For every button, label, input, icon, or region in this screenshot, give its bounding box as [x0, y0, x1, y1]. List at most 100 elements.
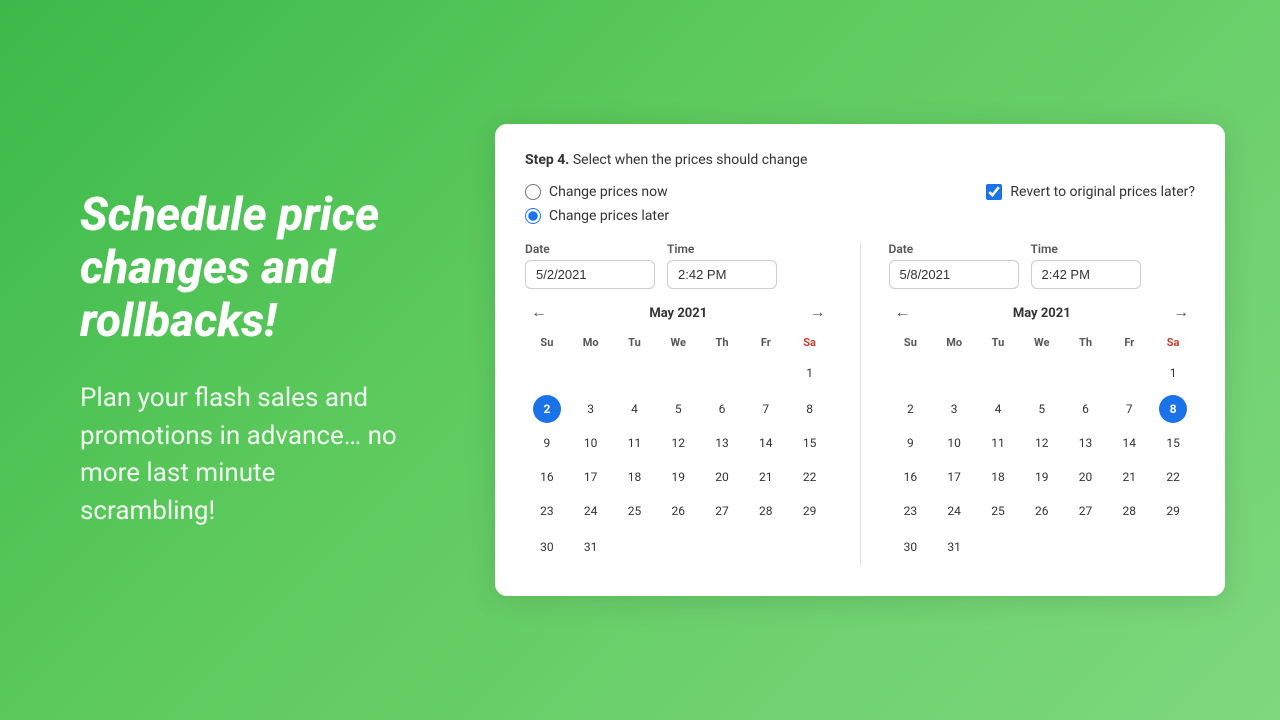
cal1-header-sa: Sa: [788, 333, 832, 354]
cal2-header-sa: Sa: [1151, 333, 1195, 354]
revert-checkbox[interactable]: [986, 184, 1002, 200]
cal2-date-input[interactable]: [889, 260, 1019, 289]
day-cell[interactable]: 20: [1072, 463, 1100, 491]
cal2-prev-button[interactable]: ←: [889, 303, 917, 323]
cal1-time-input[interactable]: [667, 260, 777, 289]
empty-day: [708, 357, 736, 385]
cal1-time-field: Time: [667, 242, 777, 289]
cal1-date-time-row: Date Time: [525, 242, 832, 289]
day-cell[interactable]: 15: [796, 429, 824, 457]
cal2-next-button[interactable]: →: [1167, 303, 1195, 323]
day-cell[interactable]: 4: [984, 395, 1012, 423]
day-cell[interactable]: 22: [796, 463, 824, 491]
day-cell[interactable]: 1: [1159, 359, 1187, 387]
day-cell[interactable]: 26: [1028, 497, 1056, 525]
day-cell[interactable]: 24: [940, 497, 968, 525]
day-cell[interactable]: 6: [708, 395, 736, 423]
day-cell[interactable]: 30: [533, 533, 561, 561]
cal1-header-su: Su: [525, 333, 569, 354]
day-cell[interactable]: 3: [940, 395, 968, 423]
day-cell[interactable]: 12: [1028, 429, 1056, 457]
day-cell[interactable]: 21: [752, 463, 780, 491]
cal2-header-we: We: [1020, 333, 1064, 354]
day-cell[interactable]: 27: [1072, 497, 1100, 525]
day-cell[interactable]: 6: [1072, 395, 1100, 423]
day-cell[interactable]: 18: [620, 463, 648, 491]
day-cell[interactable]: 26: [664, 497, 692, 525]
day-cell[interactable]: 24: [577, 497, 605, 525]
cal2-time-label: Time: [1031, 242, 1141, 256]
day-cell[interactable]: 22: [1159, 463, 1187, 491]
empty-day: [664, 357, 692, 385]
cal1-header-th: Th: [700, 333, 744, 354]
day-cell[interactable]: 1: [796, 359, 824, 387]
day-cell[interactable]: 16: [533, 463, 561, 491]
day-cell[interactable]: 16: [896, 463, 924, 491]
cal2-date-time-row: Date Time: [889, 242, 1196, 289]
cal2-header-tu: Tu: [976, 333, 1020, 354]
option-later-label[interactable]: Change prices later: [525, 208, 669, 224]
day-cell[interactable]: 27: [708, 497, 736, 525]
day-cell[interactable]: 4: [620, 395, 648, 423]
option-now-label[interactable]: Change prices now: [525, 184, 669, 200]
day-cell[interactable]: 30: [896, 533, 924, 561]
day-cell[interactable]: 8: [1159, 395, 1187, 423]
day-cell[interactable]: 7: [1115, 395, 1143, 423]
option-now-radio[interactable]: [525, 184, 541, 200]
cal1-header-fr: Fr: [744, 333, 788, 354]
option-later-radio[interactable]: [525, 208, 541, 224]
day-cell[interactable]: 14: [1115, 429, 1143, 457]
option-later-text: Change prices later: [549, 208, 669, 224]
day-cell[interactable]: 19: [664, 463, 692, 491]
day-cell[interactable]: 14: [752, 429, 780, 457]
day-cell[interactable]: 5: [664, 395, 692, 423]
cal1-date-input[interactable]: [525, 260, 655, 289]
day-cell[interactable]: 29: [1159, 497, 1187, 525]
empty-day: [752, 357, 780, 385]
day-cell[interactable]: 9: [533, 429, 561, 457]
day-cell[interactable]: 11: [620, 429, 648, 457]
day-cell[interactable]: 29: [796, 497, 824, 525]
day-cell[interactable]: 23: [896, 497, 924, 525]
day-cell[interactable]: 11: [984, 429, 1012, 457]
day-cell[interactable]: 8: [796, 395, 824, 423]
empty-day: [1028, 531, 1056, 559]
empty-day: [1115, 357, 1143, 385]
day-cell[interactable]: 28: [1115, 497, 1143, 525]
cal1-date-label: Date: [525, 242, 655, 256]
day-cell[interactable]: 28: [752, 497, 780, 525]
day-cell[interactable]: 10: [940, 429, 968, 457]
day-cell[interactable]: 2: [896, 395, 924, 423]
day-cell[interactable]: 3: [577, 395, 605, 423]
day-cell[interactable]: 5: [1028, 395, 1056, 423]
day-cell[interactable]: 12: [664, 429, 692, 457]
day-cell[interactable]: 2: [533, 395, 561, 423]
empty-day: [752, 531, 780, 559]
day-cell[interactable]: 17: [940, 463, 968, 491]
day-cell[interactable]: 17: [577, 463, 605, 491]
day-cell[interactable]: 18: [984, 463, 1012, 491]
cal1-next-button[interactable]: →: [803, 303, 831, 323]
day-cell[interactable]: 15: [1159, 429, 1187, 457]
day-cell[interactable]: 13: [1072, 429, 1100, 457]
day-cell[interactable]: 23: [533, 497, 561, 525]
calendar-1: Date Time ← May 2021 →: [525, 242, 832, 566]
day-cell[interactable]: 7: [752, 395, 780, 423]
day-cell[interactable]: 31: [940, 533, 968, 561]
day-cell[interactable]: 10: [577, 429, 605, 457]
empty-day: [1159, 531, 1187, 559]
day-cell[interactable]: 21: [1115, 463, 1143, 491]
day-cell[interactable]: 9: [896, 429, 924, 457]
day-cell[interactable]: 20: [708, 463, 736, 491]
cal2-time-input[interactable]: [1031, 260, 1141, 289]
step-header: Step 4. Select when the prices should ch…: [525, 152, 1195, 168]
day-cell[interactable]: 19: [1028, 463, 1056, 491]
day-cell[interactable]: 25: [620, 497, 648, 525]
cal1-prev-button[interactable]: ←: [525, 303, 553, 323]
day-cell[interactable]: 31: [577, 533, 605, 561]
headline: Schedule price changes and rollbacks!: [80, 189, 400, 348]
day-cell[interactable]: 13: [708, 429, 736, 457]
revert-checkbox-label[interactable]: Revert to original prices later?: [986, 184, 1195, 200]
cal1-header: ← May 2021 →: [525, 303, 832, 323]
day-cell[interactable]: 25: [984, 497, 1012, 525]
